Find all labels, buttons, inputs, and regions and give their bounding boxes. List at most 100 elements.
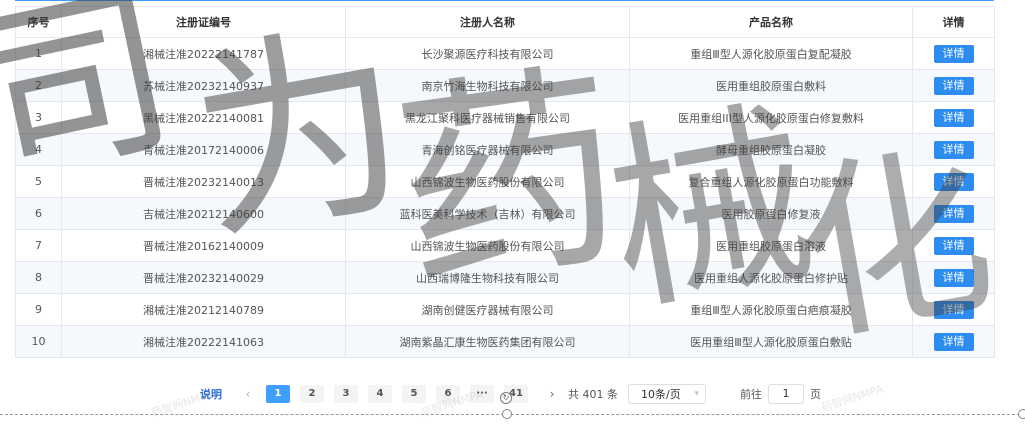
header-index: 序号 bbox=[15, 6, 62, 38]
header-cert-number: 注册证编号 bbox=[61, 6, 346, 38]
row-detail-cell: 详情 bbox=[912, 165, 995, 198]
results-table: 序号 注册证编号 注册人名称 产品名称 详情 1 湘械注准20222141787 长… bbox=[15, 6, 995, 358]
row-product-name: 重组Ⅲ型人源化胶原蛋白复配凝胶 bbox=[629, 37, 913, 70]
prev-page-button[interactable]: ‹ bbox=[238, 387, 258, 401]
table-row: 2 苏械注准20232140937 南京竹海生物科技有限公司 医用重组胶原蛋白敷料 详情 bbox=[15, 69, 995, 102]
row-product-name: 复合重组人源化胶原蛋白功能敷料 bbox=[629, 165, 913, 198]
detail-button[interactable]: 详情 bbox=[933, 268, 974, 287]
detail-button[interactable]: 详情 bbox=[933, 204, 974, 223]
row-detail-cell: 详情 bbox=[912, 229, 995, 262]
row-product-name: 医用重组胶原蛋白溶液 bbox=[629, 229, 913, 262]
table-row: 8 晋械注准20232140029 山西瑞博隆生物科技有限公司 医用重组人源化胶原蛋白… bbox=[15, 261, 995, 294]
row-detail-cell: 详情 bbox=[912, 69, 995, 102]
row-cert-number: 湘械注准20222141787 bbox=[61, 37, 346, 70]
row-product-name: 酵母重组胶原蛋白凝胶 bbox=[629, 133, 913, 166]
row-registrant: 黑龙江聚科医疗器械销售有限公司 bbox=[345, 101, 630, 134]
table-row: 6 吉械注准20212140600 蓝科医美科学技术（吉林）有限公司 医用胶原蛋白修复… bbox=[15, 197, 995, 230]
header-detail: 详情 bbox=[912, 6, 995, 38]
row-registrant: 湖南紫晶汇康生物医药集团有限公司 bbox=[345, 325, 630, 358]
page-number-button[interactable]: 2 bbox=[300, 385, 324, 403]
row-cert-number: 晋械注准20162140009 bbox=[61, 229, 346, 262]
page-number-button[interactable]: 3 bbox=[334, 385, 358, 403]
row-index: 10 bbox=[15, 325, 62, 358]
next-page-button[interactable]: › bbox=[542, 387, 562, 401]
row-detail-cell: 详情 bbox=[912, 133, 995, 166]
row-index: 3 bbox=[15, 101, 62, 134]
rotate-handle-icon[interactable]: ↻ bbox=[500, 392, 512, 404]
row-registrant: 南京竹海生物科技有限公司 bbox=[345, 69, 630, 102]
explain-link[interactable]: 说明 bbox=[200, 386, 222, 402]
page-unit-label: 页 bbox=[810, 388, 821, 401]
header-registrant: 注册人名称 bbox=[345, 6, 630, 38]
detail-button[interactable]: 详情 bbox=[933, 332, 974, 351]
selection-bottom-handle[interactable] bbox=[502, 409, 512, 419]
page-number-button[interactable]: 1 bbox=[266, 385, 290, 403]
row-cert-number: 晋械注准20232140029 bbox=[61, 261, 346, 294]
page-size-value: 10条/页 bbox=[641, 388, 681, 401]
page-number-list: 1 2 3 4 5 6 ··· 41 bbox=[266, 385, 538, 403]
detail-button[interactable]: 详情 bbox=[933, 44, 974, 63]
page: 序号 注册证编号 注册人名称 产品名称 详情 1 湘械注准20222141787 长… bbox=[0, 0, 1025, 424]
page-number-button[interactable]: 4 bbox=[368, 385, 392, 403]
row-index: 1 bbox=[15, 37, 62, 70]
row-cert-number: 晋械注准20232140013 bbox=[61, 165, 346, 198]
row-detail-cell: 详情 bbox=[912, 261, 995, 294]
detail-button[interactable]: 详情 bbox=[933, 172, 974, 191]
detail-button[interactable]: 详情 bbox=[933, 300, 974, 319]
page-ellipsis-button[interactable]: ··· bbox=[470, 385, 494, 403]
row-registrant: 山西锦波生物医药股份有限公司 bbox=[345, 165, 630, 198]
selection-dashed-border bbox=[0, 414, 1025, 415]
table-row: 5 晋械注准20232140013 山西锦波生物医药股份有限公司 复合重组人源化胶原蛋… bbox=[15, 165, 995, 198]
page-number-button[interactable]: 6 bbox=[436, 385, 460, 403]
row-product-name: 医用重组胶原蛋白敷料 bbox=[629, 69, 913, 102]
row-registrant: 蓝科医美科学技术（吉林）有限公司 bbox=[345, 197, 630, 230]
row-registrant: 山西瑞博隆生物科技有限公司 bbox=[345, 261, 630, 294]
row-detail-cell: 详情 bbox=[912, 325, 995, 358]
goto-page-input[interactable]: 1 bbox=[768, 384, 804, 404]
row-index: 8 bbox=[15, 261, 62, 294]
row-registrant: 湖南创健医疗器械有限公司 bbox=[345, 293, 630, 326]
detail-button[interactable]: 详情 bbox=[933, 108, 974, 127]
row-cert-number: 苏械注准20232140937 bbox=[61, 69, 346, 102]
table-body: 1 湘械注准20222141787 长沙聚源医疗科技有限公司 重组Ⅲ型人源化胶原蛋白复… bbox=[15, 37, 995, 358]
row-cert-number: 湘械注准20212140789 bbox=[61, 293, 346, 326]
table-row: 10 湘械注准20222141063 湖南紫晶汇康生物医药集团有限公司 医用重组Ⅲ型人… bbox=[15, 325, 995, 358]
total-count: 共 401 条 bbox=[568, 388, 618, 401]
row-index: 5 bbox=[15, 165, 62, 198]
results-table-container: 序号 注册证编号 注册人名称 产品名称 详情 1 湘械注准20222141787 长… bbox=[15, 0, 995, 358]
detail-button[interactable]: 详情 bbox=[933, 140, 974, 159]
row-detail-cell: 详情 bbox=[912, 293, 995, 326]
page-size-select[interactable]: 10条/页 ▾ bbox=[628, 384, 706, 404]
detail-button[interactable]: 详情 bbox=[933, 76, 974, 95]
table-header-row: 序号 注册证编号 注册人名称 产品名称 详情 bbox=[15, 6, 995, 38]
row-detail-cell: 详情 bbox=[912, 37, 995, 70]
row-registrant: 长沙聚源医疗科技有限公司 bbox=[345, 37, 630, 70]
table-row: 3 黑械注准20222140081 黑龙江聚科医疗器械销售有限公司 医用重组III型人… bbox=[15, 101, 995, 134]
row-product-name: 医用重组人源化胶原蛋白修护贴 bbox=[629, 261, 913, 294]
row-index: 6 bbox=[15, 197, 62, 230]
row-detail-cell: 详情 bbox=[912, 101, 995, 134]
chevron-down-icon: ▾ bbox=[694, 389, 699, 399]
row-product-name: 医用重组Ⅲ型人源化胶原蛋白敷贴 bbox=[629, 325, 913, 358]
table-row: 7 晋械注准20162140009 山西锦波生物医药股份有限公司 医用重组胶原蛋白溶液… bbox=[15, 229, 995, 262]
row-cert-number: 黑械注准20222140081 bbox=[61, 101, 346, 134]
row-product-name: 重组Ⅲ型人源化胶原蛋白疤痕凝胶 bbox=[629, 293, 913, 326]
row-index: 9 bbox=[15, 293, 62, 326]
goto-label: 前往 bbox=[740, 388, 762, 401]
row-cert-number: 吉械注准20212140600 bbox=[61, 197, 346, 230]
row-index: 4 bbox=[15, 133, 62, 166]
selection-corner-handle[interactable] bbox=[1018, 409, 1025, 419]
row-index: 2 bbox=[15, 69, 62, 102]
row-product-name: 医用重组III型人源化胶原蛋白修复敷料 bbox=[629, 101, 913, 134]
detail-button[interactable]: 详情 bbox=[933, 236, 974, 255]
header-product-name: 产品名称 bbox=[629, 6, 913, 38]
table-row: 1 湘械注准20222141787 长沙聚源医疗科技有限公司 重组Ⅲ型人源化胶原蛋白复… bbox=[15, 37, 995, 70]
table-row: 4 青械注准20172140006 青海创铭医疗器械有限公司 酵母重组胶原蛋白凝胶 详情 bbox=[15, 133, 995, 166]
row-cert-number: 青械注准20172140006 bbox=[61, 133, 346, 166]
row-detail-cell: 详情 bbox=[912, 197, 995, 230]
row-registrant: 青海创铭医疗器械有限公司 bbox=[345, 133, 630, 166]
table-row: 9 湘械注准20212140789 湖南创健医疗器械有限公司 重组Ⅲ型人源化胶原蛋白疤… bbox=[15, 293, 995, 326]
row-product-name: 医用胶原蛋白修复液 bbox=[629, 197, 913, 230]
row-index: 7 bbox=[15, 229, 62, 262]
page-number-button[interactable]: 5 bbox=[402, 385, 426, 403]
